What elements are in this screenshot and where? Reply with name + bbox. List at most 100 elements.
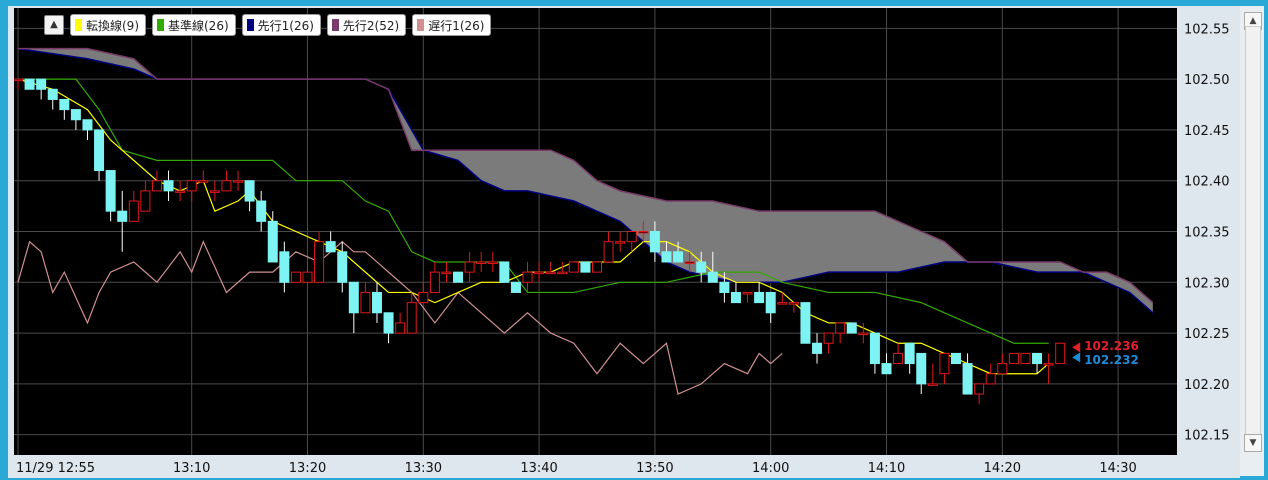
candle-down [649, 231, 660, 253]
legend-item-senkou2[interactable]: 先行2(52) [326, 14, 407, 36]
candle-down [730, 291, 741, 304]
x-tick-label: 13:30 [405, 461, 442, 476]
candle-down [869, 332, 880, 365]
candle-down [117, 210, 128, 222]
candle-up [429, 271, 440, 293]
candle-up [441, 271, 452, 275]
candle-up [175, 190, 186, 193]
candle-down [950, 352, 961, 365]
candle-up [684, 261, 695, 264]
legend-swatch-senkou2 [331, 19, 339, 31]
candle-up [314, 241, 325, 283]
candle-up [858, 332, 869, 336]
candle-up [1043, 363, 1054, 366]
candle-down [846, 322, 857, 334]
candle-down [812, 342, 823, 354]
scroll-thumb[interactable] [1245, 26, 1261, 448]
ichimoku-chart: 102.55 102.50 102.45 102.40 102.35 102.30 102.… [14, 8, 1230, 476]
candle-up [290, 271, 301, 283]
candle-up [974, 383, 985, 395]
candle-down [510, 281, 521, 293]
x-tick-label: 14:10 [868, 461, 905, 476]
legend-item-senkou1[interactable]: 先行1(26) [241, 14, 321, 36]
ask-price-label: 102.236 [1084, 339, 1139, 354]
candle-up [638, 231, 649, 234]
y-tick-label: 102.55 [1184, 22, 1230, 37]
candle-down [580, 261, 591, 273]
candle-down [337, 251, 348, 283]
y-tick-label: 102.30 [1184, 276, 1230, 291]
candle-down [24, 78, 35, 90]
x-tick-label: 11/29 12:55 [16, 461, 95, 476]
candle-up [128, 200, 139, 222]
candle-down [707, 271, 718, 283]
candle-up [209, 190, 220, 193]
legend-label-senkou2: 先行2(52) [342, 18, 400, 33]
legend-label-chikou: 遅行1(26) [428, 18, 485, 33]
candle-up [592, 261, 602, 273]
x-tick-label: 13:50 [636, 461, 673, 476]
candle-down [36, 78, 47, 90]
candle-down [279, 251, 290, 283]
candle-down [1032, 352, 1043, 365]
y-tick-label: 102.25 [1184, 327, 1230, 342]
legend-swatch-chikou [417, 19, 425, 31]
candle-up [603, 241, 614, 263]
candle-up [302, 271, 313, 283]
candle-down [163, 180, 174, 192]
candle-up [395, 322, 406, 334]
candle-up [1020, 352, 1031, 365]
candle-down [719, 281, 730, 293]
x-tick-label: 14:20 [984, 461, 1021, 476]
candle-down [962, 363, 973, 395]
legend-label-tenkan: 転換線(9) [86, 18, 139, 33]
candle-up [406, 302, 417, 334]
candle-up [626, 231, 637, 243]
candle-up [186, 180, 197, 192]
candle-up [487, 261, 498, 264]
candle-up [927, 383, 938, 386]
y-tick-label: 102.45 [1184, 124, 1230, 139]
candle-up [823, 332, 834, 344]
candle-down [904, 342, 915, 365]
candle-up [545, 271, 556, 275]
candle-down [244, 180, 255, 202]
candle-up [233, 180, 244, 183]
candle-up [221, 180, 232, 192]
x-tick-label: 14:00 [752, 461, 789, 476]
candle-up [464, 261, 475, 273]
x-tick-label: 13:20 [289, 461, 326, 476]
candle-up [788, 302, 799, 305]
candle-down [383, 312, 394, 334]
candle-up [568, 261, 579, 273]
candle-up [476, 261, 487, 264]
candle-up [985, 373, 996, 385]
candle-down [881, 363, 892, 375]
candle-up [140, 190, 151, 212]
candle-down [673, 251, 684, 263]
candle-down [754, 291, 765, 304]
legend-swatch-senkou1 [246, 19, 254, 31]
candle-down [256, 200, 267, 222]
legend-collapse-button[interactable]: ▲ [44, 15, 64, 35]
kijun-sen-line [18, 78, 1049, 344]
ask-marker-icon [1072, 342, 1081, 353]
candle-down [800, 302, 811, 344]
candle-down [59, 98, 70, 111]
vertical-scrollbar[interactable]: ▲ ▼ [1240, 6, 1264, 476]
legend-item-kijun[interactable]: 基準線(26) [152, 14, 236, 36]
candle-down [267, 220, 278, 263]
candle-down [70, 109, 81, 121]
legend-item-tenkan[interactable]: 転換線(9) [70, 14, 146, 36]
candle-up [893, 352, 904, 365]
candle-up [777, 302, 788, 305]
legend-swatch-tenkan [75, 19, 82, 31]
candle-up [151, 180, 162, 192]
scroll-down-icon[interactable]: ▼ [1244, 434, 1262, 452]
candle-down [371, 291, 382, 314]
legend-label-senkou1: 先行1(26) [257, 18, 314, 33]
x-tick-label: 14:30 [1099, 461, 1136, 476]
legend-item-chikou[interactable]: 遅行1(26) [412, 14, 492, 36]
y-tick-label: 102.15 [1184, 429, 1230, 444]
candle-up [534, 271, 545, 275]
